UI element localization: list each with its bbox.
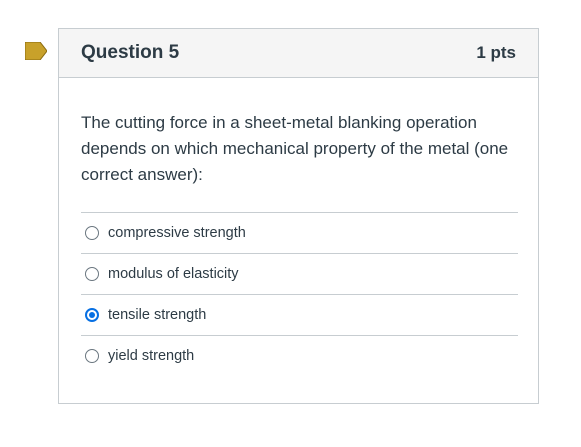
- question-header: Question 5 1 pts: [59, 29, 538, 78]
- bookmark-flag-icon[interactable]: [25, 42, 47, 60]
- answer-label[interactable]: tensile strength: [108, 307, 206, 323]
- answer-option[interactable]: yield strength: [81, 335, 518, 376]
- answer-label[interactable]: yield strength: [108, 348, 194, 364]
- radio-button-selected[interactable]: [85, 308, 99, 322]
- question-points: 1 pts: [476, 43, 516, 62]
- question-body: The cutting force in a sheet-metal blank…: [59, 78, 538, 376]
- question-text: The cutting force in a sheet-metal blank…: [81, 113, 509, 184]
- answer-option[interactable]: tensile strength: [81, 294, 518, 335]
- question-title: Question 5: [81, 42, 180, 63]
- answer-option[interactable]: compressive strength: [81, 212, 518, 253]
- answer-list: compressive strength modulus of elastici…: [81, 212, 518, 376]
- question-card: Question 5 1 pts The cutting force in a …: [58, 28, 539, 404]
- answer-label[interactable]: compressive strength: [108, 225, 246, 241]
- radio-button[interactable]: [85, 349, 99, 363]
- radio-button[interactable]: [85, 226, 99, 240]
- answer-option[interactable]: modulus of elasticity: [81, 253, 518, 294]
- radio-button[interactable]: [85, 267, 99, 281]
- answer-label[interactable]: modulus of elasticity: [108, 266, 239, 282]
